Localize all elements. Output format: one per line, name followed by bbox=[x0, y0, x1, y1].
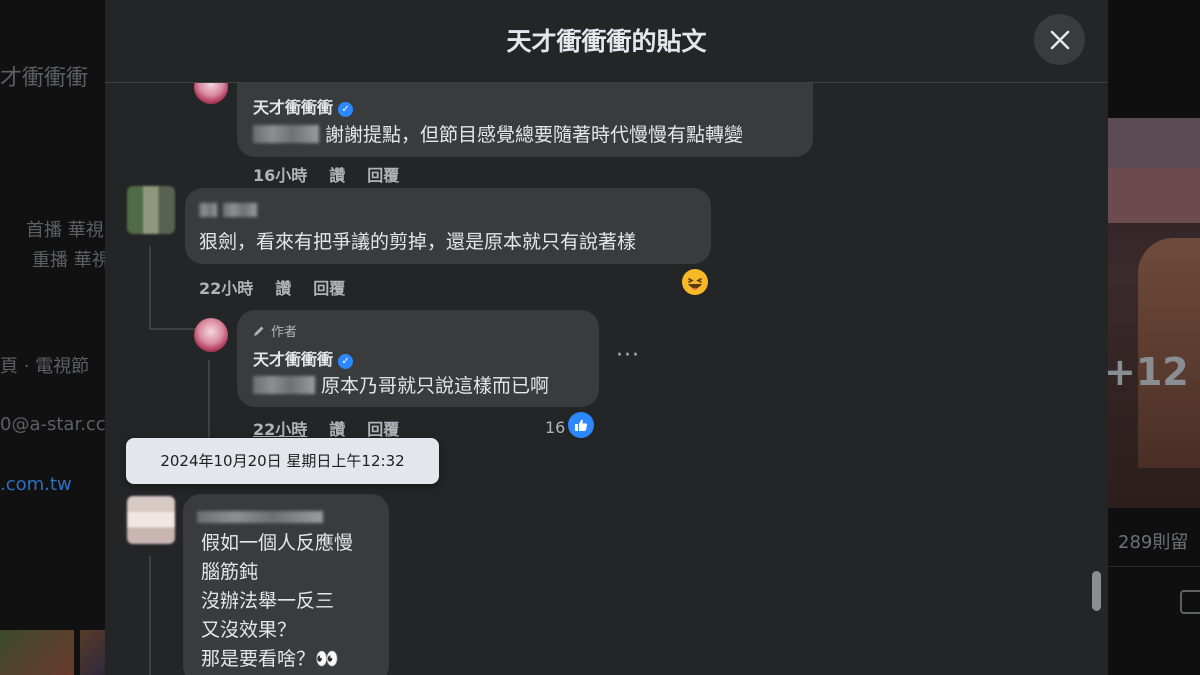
comment-line: 腦筋鈍 bbox=[201, 561, 259, 583]
comment-text: 原本乃哥就只說這樣而已啊 bbox=[253, 371, 549, 398]
bg-page-category: 頁 · 電視節 bbox=[0, 356, 90, 377]
thumbs-up-icon bbox=[575, 419, 588, 431]
bg-comments-count: 289則留 bbox=[1118, 532, 1189, 553]
like-link[interactable]: 讚 bbox=[329, 420, 345, 439]
reply-link[interactable]: 回覆 bbox=[367, 420, 399, 439]
blurred-name bbox=[223, 203, 257, 217]
comment-time[interactable]: 22小時 bbox=[199, 279, 253, 298]
grinning-face-reaction-icon[interactable] bbox=[682, 269, 708, 295]
comment-actions: 22小時 讚 回覆 bbox=[199, 275, 367, 299]
thread-line bbox=[208, 360, 210, 440]
more-photos-count: +12 bbox=[1104, 350, 1189, 394]
timestamp-tooltip: 2024年10月20日 星期日上午12:32 bbox=[126, 438, 439, 484]
reply-link[interactable]: 回覆 bbox=[313, 279, 345, 298]
author-tag-label: 作者 bbox=[271, 325, 298, 340]
close-button[interactable] bbox=[1034, 14, 1085, 65]
comment-author-name[interactable] bbox=[199, 200, 263, 219]
comment-author-name[interactable]: 天才衝衝衝 ✓ bbox=[253, 346, 354, 370]
comment-line: 又沒效果？ bbox=[201, 619, 297, 641]
thread-line bbox=[149, 328, 195, 330]
bg-page-title: 才衝衝衝 bbox=[0, 66, 89, 91]
user-avatar[interactable] bbox=[127, 496, 175, 544]
comment-bubble: 假如一個人反應慢 腦筋鈍 沒辦法舉一反三 又沒效果？ 那是要看啥？👀 bbox=[183, 494, 389, 675]
comment-line: 假如一個人反應慢 bbox=[201, 532, 354, 554]
thread-line bbox=[149, 246, 151, 330]
comment-author-name[interactable] bbox=[197, 506, 329, 525]
comment-actions: 22小時 讚 回覆 bbox=[253, 416, 421, 440]
more-options-button[interactable]: ··· bbox=[616, 343, 640, 368]
thread-line bbox=[149, 556, 151, 675]
comment-actions: 16小時 讚 回覆 bbox=[253, 162, 421, 186]
bg-post-photo bbox=[1108, 118, 1200, 508]
bg-schedule-2: 重播 華視 bbox=[32, 250, 110, 271]
share-icon bbox=[1180, 590, 1200, 614]
comment-text-content: 假如一個人反應慢 腦筋鈍 沒辦法舉一反三 又沒效果？ 那是要看啥？👀 bbox=[201, 529, 353, 674]
like-link[interactable]: 讚 bbox=[329, 166, 345, 185]
bg-website-link: .com.tw bbox=[0, 474, 72, 495]
bg-divider bbox=[1108, 566, 1200, 567]
reply-link[interactable]: 回覆 bbox=[367, 166, 399, 185]
comment-bubble: 狠劍，看來有把爭議的剪掉，還是原本就只有說著樣 bbox=[185, 188, 711, 264]
comment-author-name[interactable]: 天才衝衝衝 ✓ bbox=[253, 94, 354, 118]
modal-header: 天才衝衝衝的貼文 bbox=[105, 0, 1108, 83]
close-icon bbox=[1050, 30, 1069, 49]
blurred-mention bbox=[253, 125, 319, 143]
author-avatar[interactable] bbox=[194, 318, 228, 352]
comment-text-content: 謝謝提點，但節目感覺總要隨著時代慢慢有點轉變 bbox=[325, 124, 744, 146]
comment-text: 謝謝提點，但節目感覺總要隨著時代慢慢有點轉變 bbox=[253, 120, 743, 147]
comment-bubble: 天才衝衝衝 ✓ 謝謝提點，但節目感覺總要隨著時代慢慢有點轉變 bbox=[237, 82, 813, 157]
comment-time[interactable]: 22小時 bbox=[253, 420, 307, 439]
blurred-mention bbox=[253, 376, 315, 394]
author-name-text: 天才衝衝衝 bbox=[253, 350, 334, 369]
bg-thumbnail bbox=[0, 630, 74, 675]
comment-text-content: 狠劍，看來有把爭議的剪掉，還是原本就只有說著樣 bbox=[199, 231, 637, 253]
reaction-count[interactable]: 16 bbox=[545, 418, 565, 437]
scrollbar-thumb[interactable] bbox=[1092, 571, 1101, 611]
user-avatar[interactable] bbox=[127, 186, 175, 234]
like-link[interactable]: 讚 bbox=[275, 279, 291, 298]
post-modal: 天才衝衝衝的貼文 天才衝衝衝 ✓ 謝謝提點，但節目感覺總要隨著時代慢慢有點轉變 1… bbox=[105, 0, 1108, 675]
comment-bubble: 作者 天才衝衝衝 ✓ 原本乃哥就只說這樣而已啊 bbox=[237, 310, 599, 407]
comment-line: 那是要看啥？👀 bbox=[201, 648, 339, 670]
bg-schedule-1: 首播 華視 bbox=[26, 220, 104, 241]
comment-line: 沒辦法舉一反三 bbox=[201, 590, 335, 612]
blurred-name bbox=[197, 511, 323, 523]
verified-badge-icon: ✓ bbox=[338, 354, 354, 369]
pencil-icon bbox=[254, 326, 264, 336]
author-name-text: 天才衝衝衝 bbox=[253, 98, 334, 117]
bg-email: 0@a-star.cc bbox=[0, 414, 106, 435]
verified-badge-icon: ✓ bbox=[338, 102, 354, 117]
background-page-left: 才衝衝衝 首播 華視 重播 華視 頁 · 電視節 0@a-star.cc .co… bbox=[0, 0, 110, 675]
blurred-name bbox=[199, 203, 217, 217]
comment-time[interactable]: 16小時 bbox=[253, 166, 307, 185]
modal-title: 天才衝衝衝的貼文 bbox=[506, 27, 707, 56]
bg-thumbnail bbox=[80, 630, 105, 675]
like-reaction-icon[interactable] bbox=[568, 412, 594, 438]
comment-text-content: 原本乃哥就只說這樣而已啊 bbox=[321, 375, 550, 397]
author-tag: 作者 bbox=[253, 321, 297, 340]
